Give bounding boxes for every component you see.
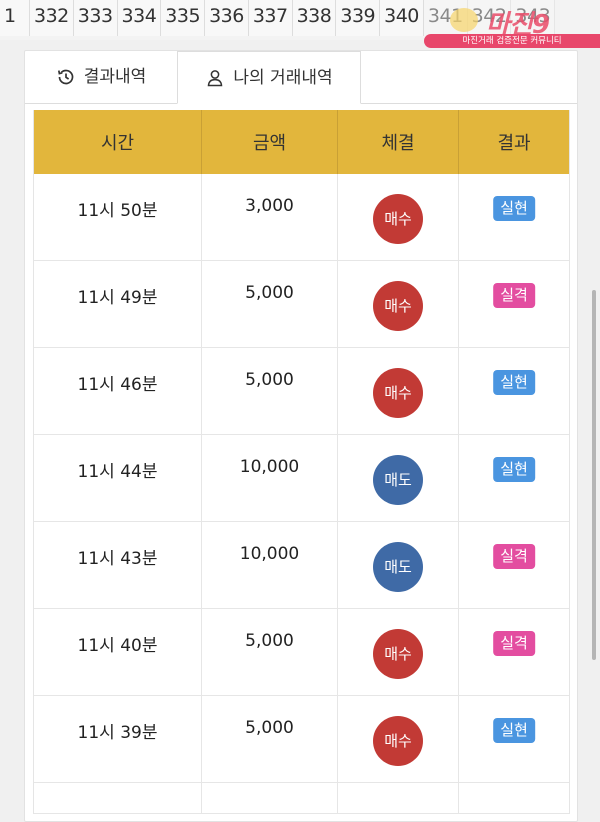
amount-text: 5,000	[245, 631, 294, 651]
amount-text: 10,000	[239, 544, 300, 564]
result-badge: 실격	[493, 283, 535, 308]
cell-result: 실격	[459, 609, 569, 695]
page-number[interactable]: 342	[467, 0, 512, 36]
user-icon	[205, 68, 225, 88]
buy-badge: 매수	[373, 368, 423, 418]
page-number[interactable]: 340	[380, 0, 424, 36]
table-row: 11시 50분 3,000 매수 실현	[34, 174, 569, 261]
cell-trade: 매수	[338, 348, 459, 434]
cell-trade: 매수	[338, 174, 459, 260]
sell-badge: 매도	[373, 455, 423, 505]
cell-trade: 매수	[338, 609, 459, 695]
table-header: 시간 금액 체결 결과	[34, 110, 569, 174]
tab-my-trades[interactable]: 나의 거래내역	[177, 51, 361, 104]
history-icon	[56, 67, 76, 87]
time-text: 11시 50분	[77, 201, 158, 221]
page-number[interactable]: 1	[0, 0, 30, 36]
buy-badge: 매수	[373, 629, 423, 679]
page-number[interactable]: 338	[292, 0, 337, 36]
time-text: 11시 40분	[77, 636, 158, 656]
cell-amount: 10,000	[202, 522, 338, 608]
table-row: 11시 46분 5,000 매수 실현	[34, 348, 569, 435]
cell-amount: 5,000	[202, 696, 338, 782]
trade-history-card: 결과내역 나의 거래내역 시간 금액 체결 결과 11시 50분 3,000 매수 실…	[24, 50, 578, 822]
cell-time: 11시 39분	[34, 696, 202, 782]
cell-result: 실현	[459, 696, 569, 782]
scrollbar[interactable]	[592, 290, 596, 660]
header-amount: 금액	[202, 110, 338, 174]
cell-time: 11시 44분	[34, 435, 202, 521]
time-text: 11시 44분	[77, 462, 158, 482]
cell-amount: 10,000	[202, 435, 338, 521]
time-text: 11시 49분	[77, 288, 158, 308]
buy-badge: 매수	[373, 281, 423, 331]
table-row: 11시 39분 5,000 매수 실현	[34, 696, 569, 783]
cell-result: 실현	[459, 174, 569, 260]
cell-time: 11시 43분	[34, 522, 202, 608]
result-badge: 실격	[493, 631, 535, 656]
time-text: 11시 43분	[77, 549, 158, 569]
page-number[interactable]: 333	[73, 0, 118, 36]
page-number[interactable]: 332	[30, 0, 74, 36]
page-number[interactable]: 343	[511, 0, 556, 36]
result-badge: 실현	[493, 718, 535, 743]
result-badge: 실격	[493, 544, 535, 569]
result-badge: 실현	[493, 196, 535, 221]
page-number[interactable]: 339	[336, 0, 381, 36]
cell-trade: 매도	[338, 522, 459, 608]
tab-label: 나의 거래내역	[233, 67, 333, 88]
tab-label: 결과내역	[83, 67, 147, 87]
tab-bar: 결과내역 나의 거래내역	[25, 51, 577, 104]
amount-text: 5,000	[245, 370, 294, 390]
result-badge: 실현	[493, 370, 535, 395]
cell-trade: 매도	[338, 435, 459, 521]
time-text: 11시 39분	[77, 723, 158, 743]
result-badge: 실현	[493, 457, 535, 482]
sell-badge: 매도	[373, 542, 423, 592]
pagination-strip: 1 332 333 334 335 336 337 338 339 340 341 342 343	[0, 0, 600, 40]
cell-trade: 매수	[338, 261, 459, 347]
cell-time: 11시 40분	[34, 609, 202, 695]
time-text: 11시 46분	[77, 375, 158, 395]
header-result: 결과	[497, 133, 531, 154]
page-number[interactable]: 337	[248, 0, 293, 36]
page-number[interactable]: 334	[117, 0, 162, 36]
cell-time: 11시 49분	[34, 261, 202, 347]
header-time: 시간	[34, 110, 202, 174]
cell-trade: 매수	[338, 696, 459, 782]
tab-results[interactable]: 결과내역	[25, 51, 177, 103]
amount-text: 5,000	[245, 718, 294, 738]
table-row: 11시 44분 10,000 매도 실현	[34, 435, 569, 522]
table-body: 11시 50분 3,000 매수 실현 11시 49분 5,000 매수 실격 11시 46분 5…	[34, 174, 569, 814]
cell-result: 실현	[459, 435, 569, 521]
cell-amount: 5,000	[202, 609, 338, 695]
cell-result: 실격	[459, 522, 569, 608]
cell-result: 실격	[459, 261, 569, 347]
page-number[interactable]: 336	[205, 0, 249, 36]
amount-text: 10,000	[239, 457, 300, 477]
table-row: 11시 40분 5,000 매수 실격	[34, 609, 569, 696]
cell-amount: 5,000	[202, 261, 338, 347]
page-number[interactable]: 335	[161, 0, 206, 36]
table-row: 11시 49분 5,000 매수 실격	[34, 261, 569, 348]
page-number[interactable]: 341	[423, 0, 468, 36]
amount-text: 5,000	[245, 283, 294, 303]
amount-text: 3,000	[245, 196, 294, 216]
cell-time: 11시 50분	[34, 174, 202, 260]
cell-time: 11시 46분	[34, 348, 202, 434]
buy-badge: 매수	[373, 716, 423, 766]
cell-result: 실현	[459, 348, 569, 434]
trade-table: 시간 금액 체결 결과 11시 50분 3,000 매수 실현 11시 49분 5,000…	[33, 110, 570, 814]
cell-amount: 5,000	[202, 348, 338, 434]
header-trade: 체결	[338, 110, 459, 174]
buy-badge: 매수	[373, 194, 423, 244]
cell-amount: 3,000	[202, 174, 338, 260]
table-row: 11시 43분 10,000 매도 실격	[34, 522, 569, 609]
table-row-partial	[34, 783, 569, 814]
